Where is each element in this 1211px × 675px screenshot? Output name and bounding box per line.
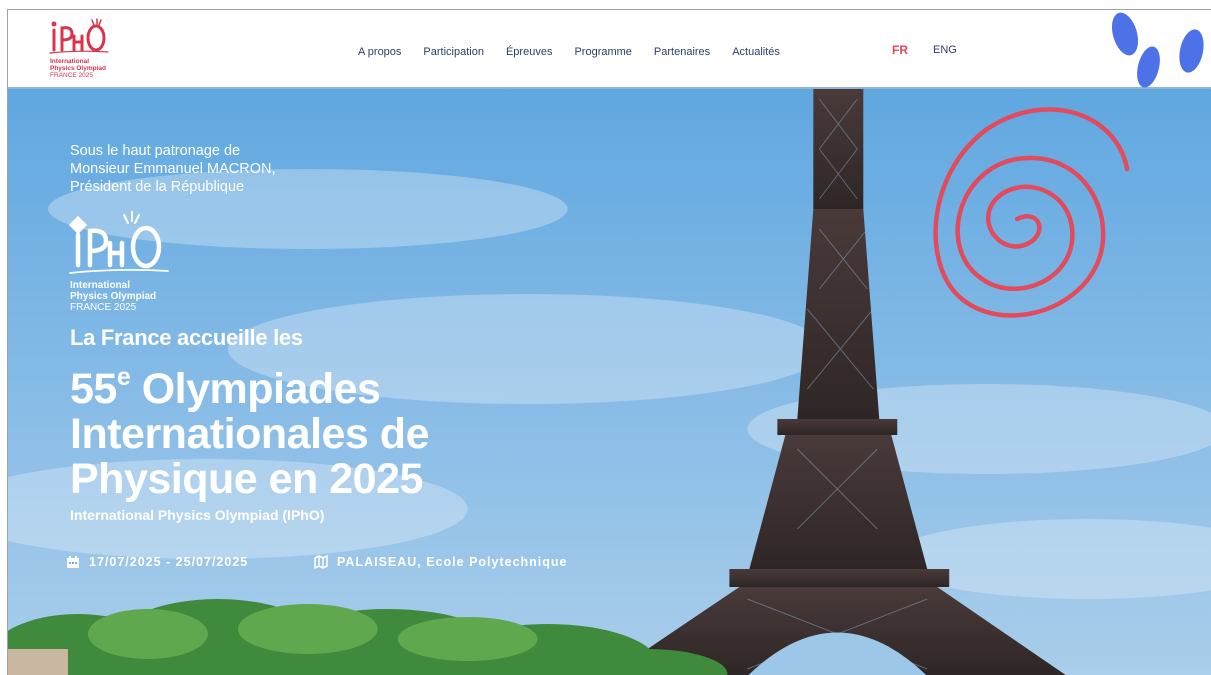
headline-line-1: 55e Olympiades [70,355,429,412]
patronage-line: Monsieur Emmanuel MACRON, [70,161,276,177]
patronage-line: Sous le haut patronage de [70,143,241,159]
page-frame: International Physics Olympiad FRANCE 20… [7,9,1211,675]
nav-item-epreuves[interactable]: Épreuves [506,46,552,58]
nav-item-partenaires[interactable]: Partenaires [654,46,710,58]
decorative-blob [1133,44,1164,90]
hero-logo: International Physics Olympiad FRANCE 20… [68,207,178,317]
headline-subtitle: International Physics Olympiad (IPhO) [70,507,325,523]
headline-superscript: e [116,363,131,391]
hero-section: Sous le haut patronage de Monsieur Emman… [8,89,1211,675]
logo-line-2: Physics Olympiad [50,65,106,72]
event-location: PALAISEAU, Ecole Polytechnique [314,555,568,569]
headline-line-3: Physique en 2025 [70,455,423,503]
headline-intro: La France accueille les [70,325,303,350]
language-en-link[interactable]: ENG [933,44,957,56]
calendar-icon [67,556,79,568]
headline-title: 55e Olympiades Internationales de Physiq… [70,355,429,502]
headline-number: 55 [70,365,117,413]
nav-item-programme[interactable]: Programme [574,46,631,58]
site-header: International Physics Olympiad FRANCE 20… [8,10,1211,90]
language-fr-link[interactable]: FR [892,43,908,57]
nav-item-participation[interactable]: Participation [423,46,484,58]
patronage-line: Président de la République [70,179,245,195]
site-logo[interactable]: International Physics Olympiad FRANCE 20… [48,16,128,86]
nav-item-a-propos[interactable]: A propos [358,46,401,58]
event-dates: 17/07/2025 - 25/07/2025 [66,555,248,569]
logo-line-3: FRANCE 2025 [50,72,93,79]
event-dates-text: 17/07/2025 - 25/07/2025 [89,555,249,569]
headline-line-1-rest: Olympiades [130,365,381,413]
map-icon [314,555,328,569]
headline-line-2: Internationales de [70,410,429,458]
event-location-text: PALAISEAU, Ecole Polytechnique [337,555,568,569]
ipho-logo-mark [68,211,169,274]
main-nav: A propos Participation Épreuves Programm… [358,44,802,60]
decorative-blob [1107,10,1143,59]
hero-logo-line-1: International [70,280,131,291]
nav-item-actualites[interactable]: Actualités [732,46,780,58]
logo-line-1: International [50,58,90,65]
hero-logo-line-2: Physics Olympiad [70,291,157,302]
hero-logo-line-3: FRANCE 2025 [70,302,137,313]
patronage-text: Sous le haut patronage de Monsieur Emman… [70,142,275,196]
ipho-logo-mark [49,18,109,54]
decorative-blob [1175,27,1208,75]
